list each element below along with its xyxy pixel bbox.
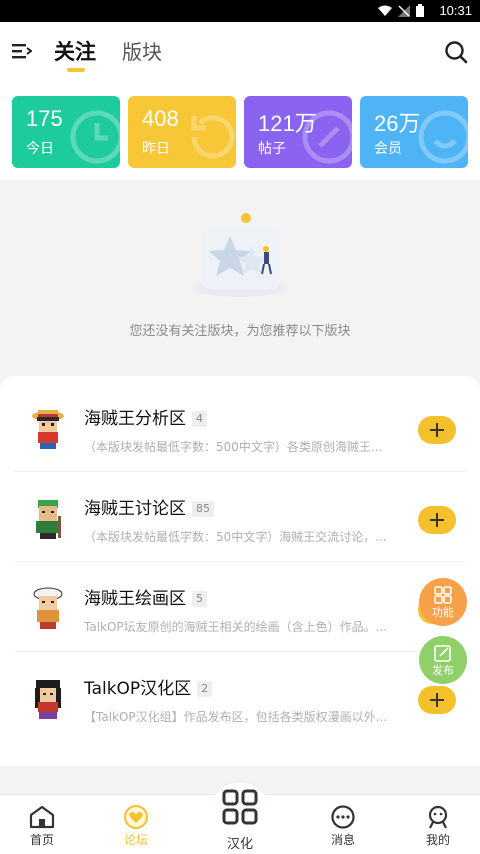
stat-value: 26万 bbox=[374, 111, 421, 136]
tab-forum-label: 论坛 bbox=[123, 833, 148, 847]
stat-label: 会员 bbox=[374, 141, 402, 157]
tab-profile[interactable]: 我的 bbox=[390, 795, 480, 854]
smile-icon bbox=[418, 110, 468, 164]
tab-home-label: 首页 bbox=[29, 833, 54, 847]
stat-label: 帖子 bbox=[258, 141, 286, 157]
message-icon bbox=[331, 805, 355, 829]
stat-card-yesterday[interactable]: 408 昨日 bbox=[128, 96, 236, 168]
battery-icon bbox=[416, 4, 424, 17]
wifi-icon bbox=[378, 5, 392, 16]
stat-value: 408 bbox=[142, 106, 179, 131]
home-icon bbox=[29, 805, 55, 829]
board-avatar bbox=[33, 587, 63, 629]
board-count-badge: 5 bbox=[192, 591, 207, 607]
board-description: 【TalkOP汉化组】作品发布区，包括各类版权漫画以外... bbox=[84, 710, 388, 724]
tab-messages-label: 消息 bbox=[330, 833, 355, 847]
stat-value: 121万 bbox=[258, 111, 317, 136]
board-title: 海贼王绘画区 bbox=[84, 589, 186, 609]
board-name: TalkOP汉化区 2 bbox=[84, 674, 213, 699]
stat-card-posts[interactable]: 121万 帖子 bbox=[244, 96, 352, 168]
list-item[interactable]: 海贼王绘画区 5 TalkOP坛友原创的海贼王相关的绘画（含上色）作品。... bbox=[14, 562, 466, 652]
empty-star-illustration bbox=[192, 213, 288, 297]
tab-board[interactable]: 版块 bbox=[122, 36, 162, 65]
board-name: 海贼王绘画区 5 bbox=[84, 584, 207, 609]
post-fab[interactable]: 发布 bbox=[419, 636, 467, 684]
function-fab[interactable]: 功能 bbox=[419, 578, 467, 626]
list-item[interactable]: TalkOP汉化区 2 【TalkOP汉化组】作品发布区，包括各类版权漫画以外..… bbox=[14, 652, 466, 742]
board-count-badge: 85 bbox=[192, 501, 214, 517]
top-bar: 关注 版块 bbox=[0, 22, 480, 84]
list-item[interactable]: 海贼王讨论区 85 （本版块发帖最低字数：50中文字）海贼王交流讨论，... bbox=[14, 472, 466, 562]
follow-button[interactable] bbox=[418, 506, 456, 534]
stat-card-today[interactable]: 175 今日 bbox=[12, 96, 120, 168]
stat-label: 昨日 bbox=[142, 141, 170, 157]
board-description: （本版块发帖最低字数：500中文字）各类原创海贼王... bbox=[84, 440, 383, 454]
profile-icon bbox=[428, 805, 448, 829]
status-icons bbox=[378, 4, 424, 17]
board-name: 海贼王讨论区 85 bbox=[84, 494, 214, 519]
history-icon bbox=[191, 115, 235, 159]
follow-button[interactable] bbox=[418, 416, 456, 444]
no-signal-icon bbox=[398, 4, 410, 17]
compose-icon bbox=[434, 645, 451, 662]
board-name: 海贼王分析区 4 bbox=[84, 404, 207, 429]
board-description: （本版块发帖最低字数：50中文字）海贼王交流讨论，... bbox=[84, 530, 387, 544]
recommended-board-list: 海贼王分析区 4 （本版块发帖最低字数：500中文字）各类原创海贼王... 海贼王… bbox=[0, 376, 480, 766]
stats-row: 175 今日 408 昨日 121万 帖子 26万 会员 bbox=[0, 84, 480, 180]
list-item[interactable]: 海贼王分析区 4 （本版块发帖最低字数：500中文字）各类原创海贼王... bbox=[14, 382, 466, 472]
board-avatar bbox=[35, 680, 61, 719]
search-icon[interactable] bbox=[444, 40, 468, 64]
tab-hanhua-label[interactable]: 汉化 bbox=[192, 833, 288, 852]
board-title: 海贼王分析区 bbox=[84, 409, 186, 429]
post-fab-label: 发布 bbox=[432, 664, 454, 677]
board-count-badge: 2 bbox=[197, 681, 213, 697]
forum-heart-icon bbox=[124, 805, 148, 829]
status-bar: 10:31 bbox=[0, 0, 480, 22]
board-title: 海贼王讨论区 bbox=[84, 499, 186, 519]
board-count-badge: 4 bbox=[192, 411, 207, 427]
menu-icon[interactable] bbox=[12, 42, 32, 60]
stat-value: 175 bbox=[26, 106, 63, 131]
follow-button[interactable] bbox=[418, 686, 456, 714]
tab-home[interactable]: 首页 bbox=[0, 795, 90, 854]
tab-follow[interactable]: 关注 bbox=[54, 36, 96, 66]
grid-icon bbox=[434, 586, 452, 604]
tab-profile-label: 我的 bbox=[425, 833, 450, 847]
tab-active-indicator bbox=[67, 68, 85, 72]
tab-forum[interactable]: 论坛 bbox=[88, 795, 184, 854]
hanhua-grid-icon[interactable] bbox=[222, 789, 258, 825]
empty-state: 您还没有关注版块，为您推荐以下版块 bbox=[0, 180, 480, 376]
function-fab-label: 功能 bbox=[432, 606, 454, 619]
board-title: TalkOP汉化区 bbox=[84, 679, 192, 699]
board-avatar bbox=[36, 500, 61, 539]
board-avatar bbox=[32, 410, 64, 449]
board-description: TalkOP坛友原创的海贼王相关的绘画（含上色）作品。... bbox=[84, 620, 388, 634]
stat-card-members[interactable]: 26万 会员 bbox=[360, 96, 468, 168]
empty-message: 您还没有关注版块，为您推荐以下版块 bbox=[129, 324, 351, 339]
clock-icon bbox=[70, 110, 120, 164]
stat-label: 今日 bbox=[26, 141, 54, 157]
status-time: 10:31 bbox=[439, 3, 472, 18]
tab-messages[interactable]: 消息 bbox=[295, 795, 391, 854]
bottom-tab-bar: 首页 论坛 汉化 消息 我的 bbox=[0, 781, 480, 854]
